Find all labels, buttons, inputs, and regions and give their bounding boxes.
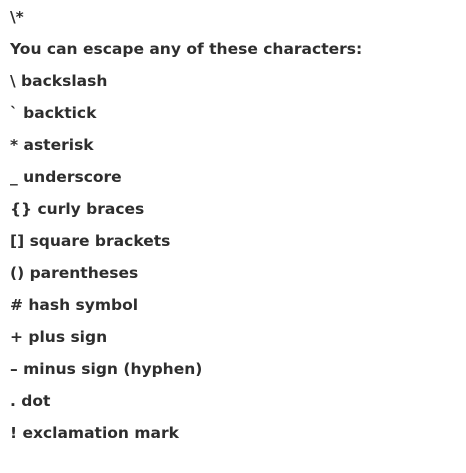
list-item-plus-sign: + plus sign xyxy=(10,328,108,346)
list-item-backslash: \ backslash xyxy=(10,72,108,90)
list-item-hash-symbol: # hash symbol xyxy=(10,296,139,314)
list-item-square-brackets: [] square brackets xyxy=(10,232,171,250)
list-item-asterisk: * asterisk xyxy=(10,136,94,154)
list-item-underscore: _ underscore xyxy=(10,168,122,186)
document-body: \* You can escape any of these character… xyxy=(0,0,466,473)
list-item-minus-sign: – minus sign (hyphen) xyxy=(10,360,203,378)
list-item-backtick: ` backtick xyxy=(10,104,97,122)
intro-text: You can escape any of these characters: xyxy=(10,40,363,58)
list-item-parentheses: () parentheses xyxy=(10,264,139,282)
list-item-exclamation-mark: ! exclamation mark xyxy=(10,424,179,442)
escaped-asterisk-line: \* xyxy=(10,8,24,26)
list-item-curly-braces: {} curly braces xyxy=(10,200,145,218)
list-item-dot: . dot xyxy=(10,392,51,410)
